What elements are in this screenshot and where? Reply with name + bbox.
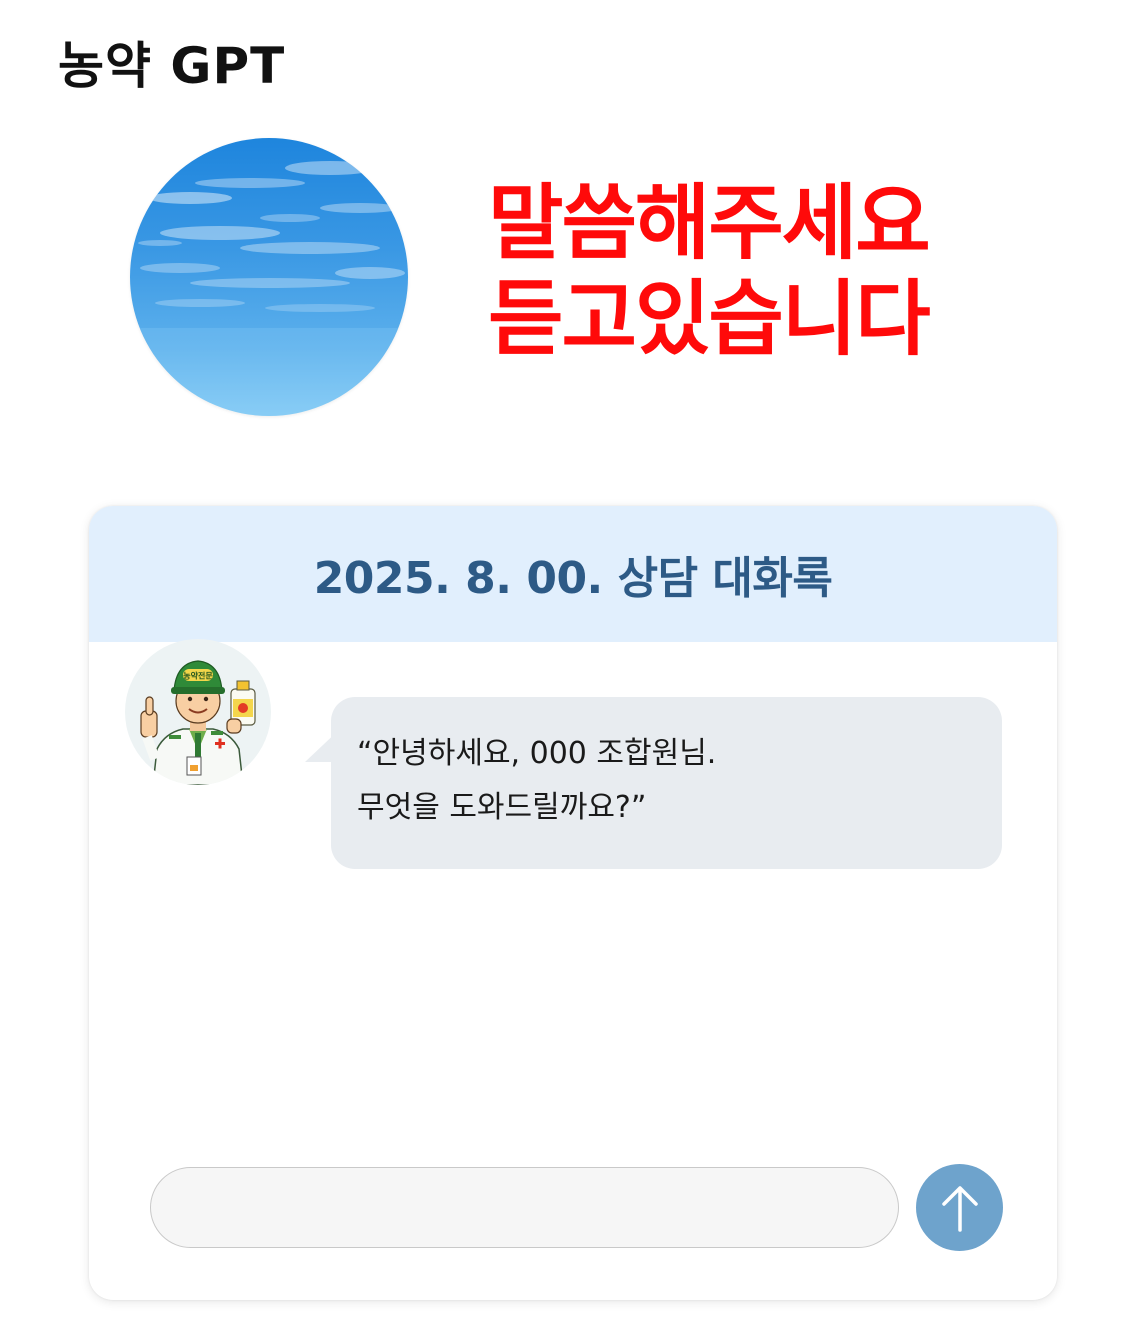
- hero-message: 말씀해주세요 듣고있습니다: [488, 176, 931, 368]
- message-input[interactable]: [150, 1167, 899, 1248]
- send-button[interactable]: [916, 1164, 1003, 1251]
- message-line-1: “안녕하세요, 000 조합원님.: [357, 736, 717, 771]
- avatar-badge-text: 농약전문: [183, 671, 213, 681]
- chat-header-title: 2025. 8. 00. 상담 대화록: [313, 553, 833, 604]
- message-line-2: 무엇을 도와드릴까요?”: [357, 790, 647, 825]
- chat-card: 2025. 8. 00. 상담 대화록 농약전문 “안녕하세요, 000 조합원…: [89, 506, 1057, 1300]
- app-title: 농약 GPT: [58, 37, 286, 95]
- hero-line-2: 듣고있습니다: [488, 272, 931, 367]
- assistant-message-bubble: “안녕하세요, 000 조합원님. 무엇을 도와드릴까요?”: [331, 697, 1002, 869]
- page: 농약 GPT 말씀해주세요 듣고있습니다 2025. 8. 00. 상담 대화록…: [0, 0, 1123, 1323]
- hero-line-1: 말씀해주세요: [488, 176, 931, 271]
- pesticide-expert-avatar-icon: 농약전문: [125, 639, 271, 785]
- arrow-up-icon: [941, 1185, 978, 1232]
- chat-header: 2025. 8. 00. 상담 대화록: [89, 506, 1057, 642]
- sky-orb-icon[interactable]: [130, 138, 408, 416]
